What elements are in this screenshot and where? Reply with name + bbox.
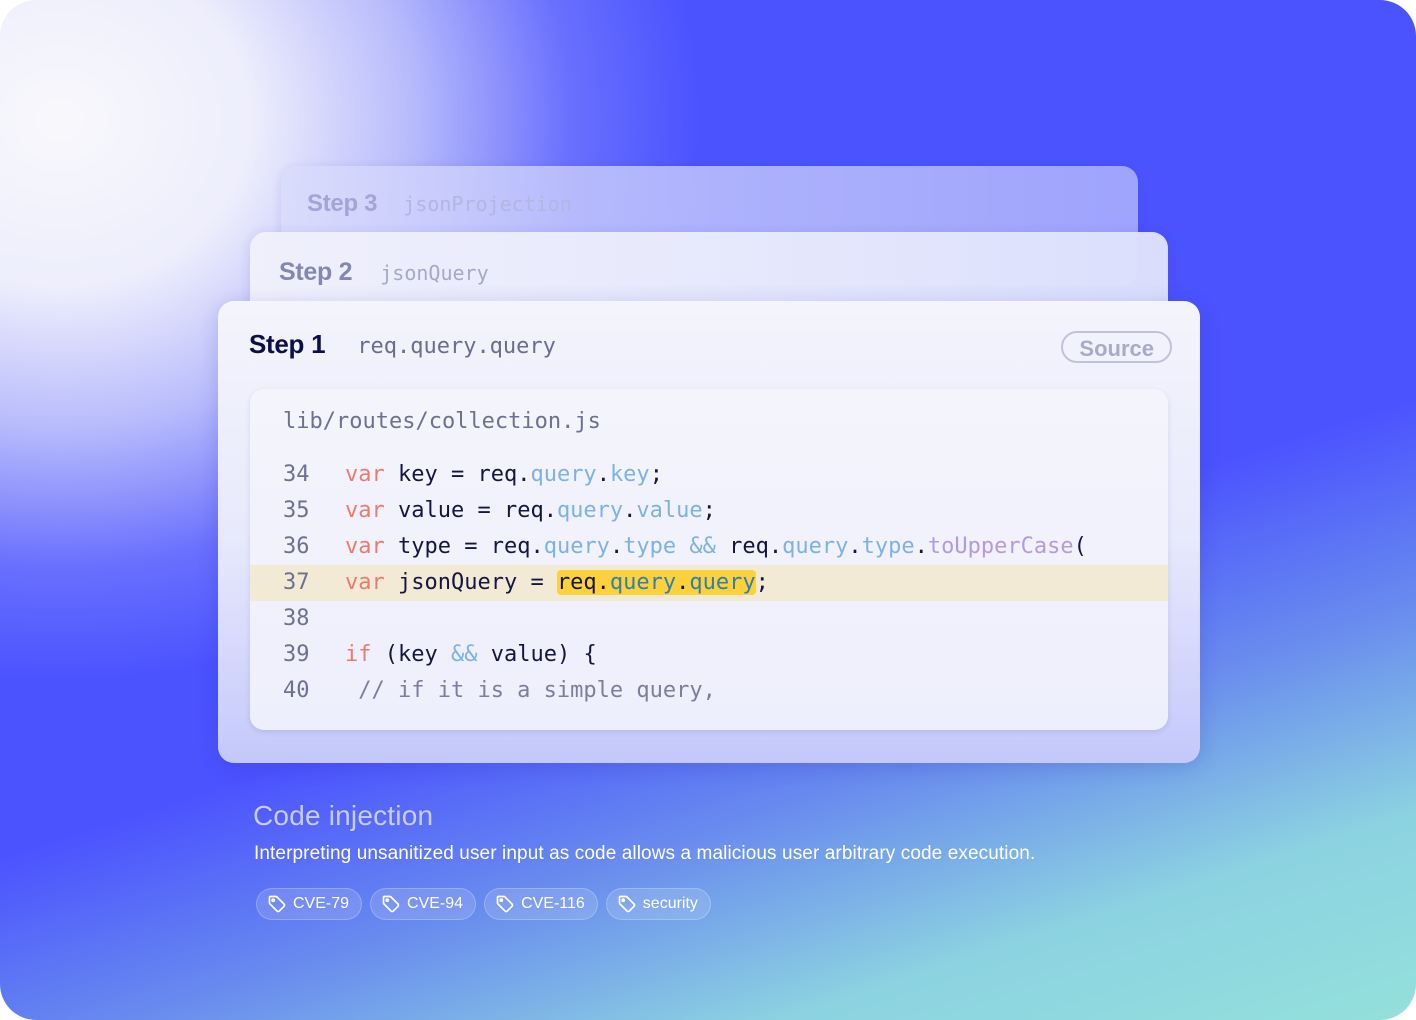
step-header: Step 3 jsonProjection bbox=[307, 190, 572, 218]
line-number: 34 bbox=[283, 462, 310, 487]
code-line[interactable]: 36 var type = req.query.type && req.query… bbox=[250, 529, 1168, 565]
line-number: 36 bbox=[283, 534, 310, 559]
text-token: ; bbox=[702, 498, 716, 523]
keyword-token: var bbox=[345, 570, 385, 595]
text-token: ; bbox=[755, 570, 769, 595]
text-token: jsonQuery = bbox=[384, 570, 557, 595]
code-line[interactable]: 40 // if it is a simple query, bbox=[250, 673, 1168, 709]
tag-icon bbox=[495, 894, 515, 914]
property-token: type bbox=[623, 534, 677, 559]
property-token: type bbox=[861, 534, 915, 559]
code-line[interactable]: 34 var key = req.query.key; bbox=[250, 457, 1168, 493]
tag-label: CVE-116 bbox=[521, 895, 585, 912]
file-path[interactable]: lib/routes/collection.js bbox=[283, 409, 601, 434]
operator-token: && bbox=[450, 642, 478, 667]
text-token: . bbox=[623, 498, 637, 523]
step-card-1: Step 1 req.query.query Source lib/routes… bbox=[218, 301, 1200, 763]
keyword-token: var bbox=[345, 534, 385, 559]
step-label: Step 2 bbox=[279, 258, 353, 286]
property-token: key bbox=[609, 462, 650, 487]
step-label: Step 1 bbox=[249, 329, 326, 359]
step-variable: req.query.query bbox=[357, 334, 556, 359]
text-token: ; bbox=[649, 462, 663, 487]
text-token: value = req. bbox=[384, 498, 557, 523]
property-token: query bbox=[543, 534, 610, 559]
property-token: query bbox=[530, 462, 597, 487]
code-line-highlighted[interactable]: 37 var jsonQuery = req.query.query; bbox=[250, 565, 1168, 601]
finding-title: Code injection bbox=[253, 800, 434, 831]
property-token: query bbox=[782, 534, 849, 559]
step-label: Step 3 bbox=[307, 190, 378, 217]
tag-label: CVE-94 bbox=[407, 895, 464, 912]
step-header: Step 2 jsonQuery bbox=[279, 258, 489, 287]
code-line[interactable]: 39 if (key && value) { bbox=[250, 637, 1168, 673]
tainted-expression-highlight: req.query.query bbox=[556, 570, 756, 595]
function-token: toUpperCase bbox=[927, 534, 1074, 559]
step-header: Step 1 req.query.query bbox=[249, 329, 556, 360]
text-token: ( bbox=[1073, 534, 1087, 559]
text-token: key = req. bbox=[384, 462, 531, 487]
property-token: query bbox=[689, 570, 756, 595]
line-number: 37 bbox=[283, 570, 310, 595]
line-source: var type = req.query.type && req.query.t… bbox=[345, 529, 1087, 565]
text-token: . bbox=[676, 570, 690, 595]
code-snippet-panel: lib/routes/collection.js 34 var key = req… bbox=[250, 389, 1168, 730]
text-token: . bbox=[848, 534, 862, 559]
text-token: req. bbox=[715, 534, 783, 559]
comment-token: // if it is a simple query, bbox=[345, 678, 716, 703]
background-canvas: Step 3 jsonProjection Step 2 jsonQuery S… bbox=[0, 0, 1416, 1020]
text-token: value) { bbox=[477, 642, 597, 667]
tag-chip[interactable]: CVE-79 bbox=[256, 888, 363, 920]
line-source: // if it is a simple query, bbox=[345, 673, 716, 709]
finding-description: Interpreting unsanitized user input as c… bbox=[254, 843, 1036, 864]
keyword-token: var bbox=[345, 498, 385, 523]
tag-label: security bbox=[642, 895, 698, 912]
line-source: var key = req.query.key; bbox=[345, 457, 663, 493]
keyword-token: if bbox=[345, 642, 372, 667]
tag-icon bbox=[381, 894, 401, 914]
keyword-token: var bbox=[345, 462, 385, 487]
line-number: 39 bbox=[283, 642, 310, 667]
tag-icon bbox=[617, 894, 637, 914]
code-line[interactable]: 38 bbox=[250, 601, 1168, 637]
property-token: query bbox=[609, 570, 677, 595]
tag-chip[interactable]: CVE-116 bbox=[484, 888, 598, 920]
operator-token: && bbox=[689, 534, 716, 559]
code-lines: 34 var key = req.query.key; 35 var value = … bbox=[250, 457, 1168, 709]
source-badge-button[interactable]: Source bbox=[1061, 331, 1172, 363]
code-line[interactable]: 35 var value = req.query.value; bbox=[250, 493, 1168, 529]
line-source: var jsonQuery = req.query.query; bbox=[345, 565, 769, 601]
line-number: 35 bbox=[283, 498, 310, 523]
tag-icon bbox=[267, 894, 287, 914]
text-token: . bbox=[609, 534, 624, 559]
step-variable: jsonProjection bbox=[403, 192, 572, 216]
tag-list: CVE-79 CVE-94 CVE-116 security bbox=[256, 888, 711, 920]
text-token: (key bbox=[371, 642, 451, 667]
line-number: 38 bbox=[283, 606, 310, 631]
property-token: query bbox=[556, 498, 624, 523]
step-variable: jsonQuery bbox=[380, 261, 489, 285]
text-token: type = req. bbox=[384, 534, 544, 559]
line-source: if (key && value) { bbox=[345, 637, 597, 673]
text-token: . bbox=[596, 462, 610, 487]
line-number: 40 bbox=[283, 678, 310, 703]
line-source: var value = req.query.value; bbox=[345, 493, 716, 529]
tag-chip[interactable]: CVE-94 bbox=[370, 888, 477, 920]
property-token: value bbox=[636, 498, 703, 523]
tag-label: CVE-79 bbox=[293, 895, 350, 912]
tag-chip[interactable]: security bbox=[605, 888, 711, 920]
text-token: req. bbox=[556, 570, 610, 595]
text-token: . bbox=[914, 534, 928, 559]
